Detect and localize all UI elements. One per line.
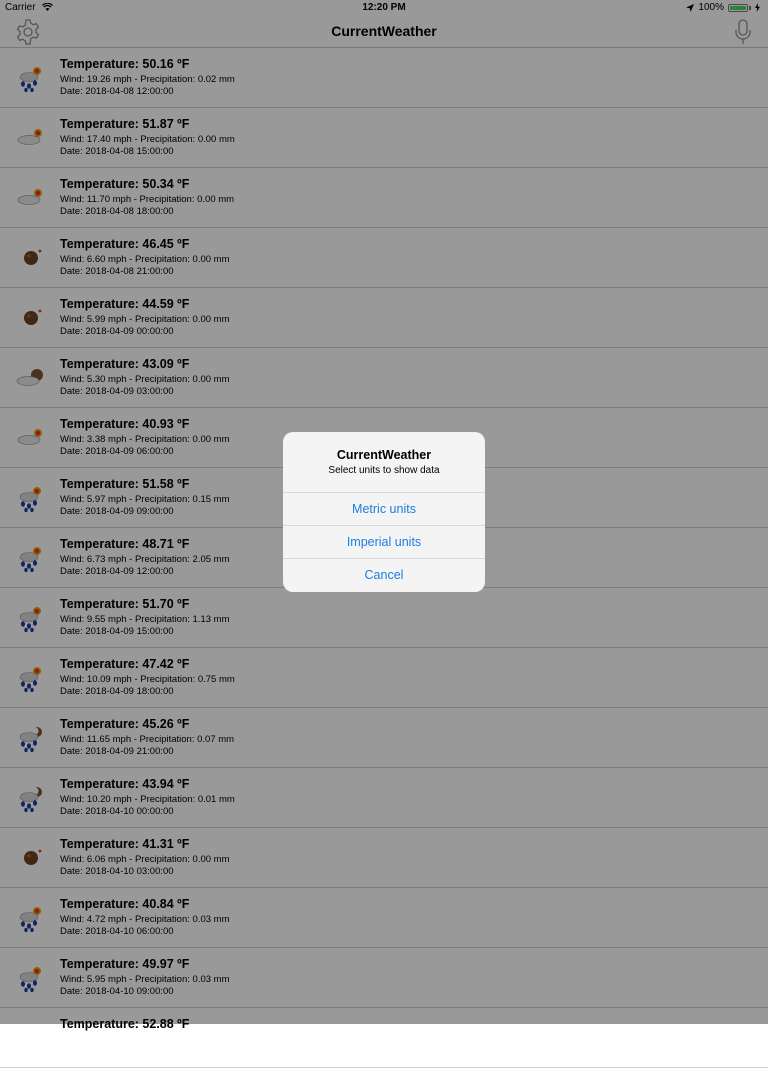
units-alert: CurrentWeather Select units to show data… xyxy=(283,432,485,592)
alert-title: CurrentWeather xyxy=(336,448,432,462)
imperial-units-button[interactable]: Imperial units xyxy=(283,525,485,558)
cancel-button[interactable]: Cancel xyxy=(283,558,485,591)
alert-message: Select units to show data xyxy=(328,465,440,476)
metric-units-button[interactable]: Metric units xyxy=(283,492,485,525)
